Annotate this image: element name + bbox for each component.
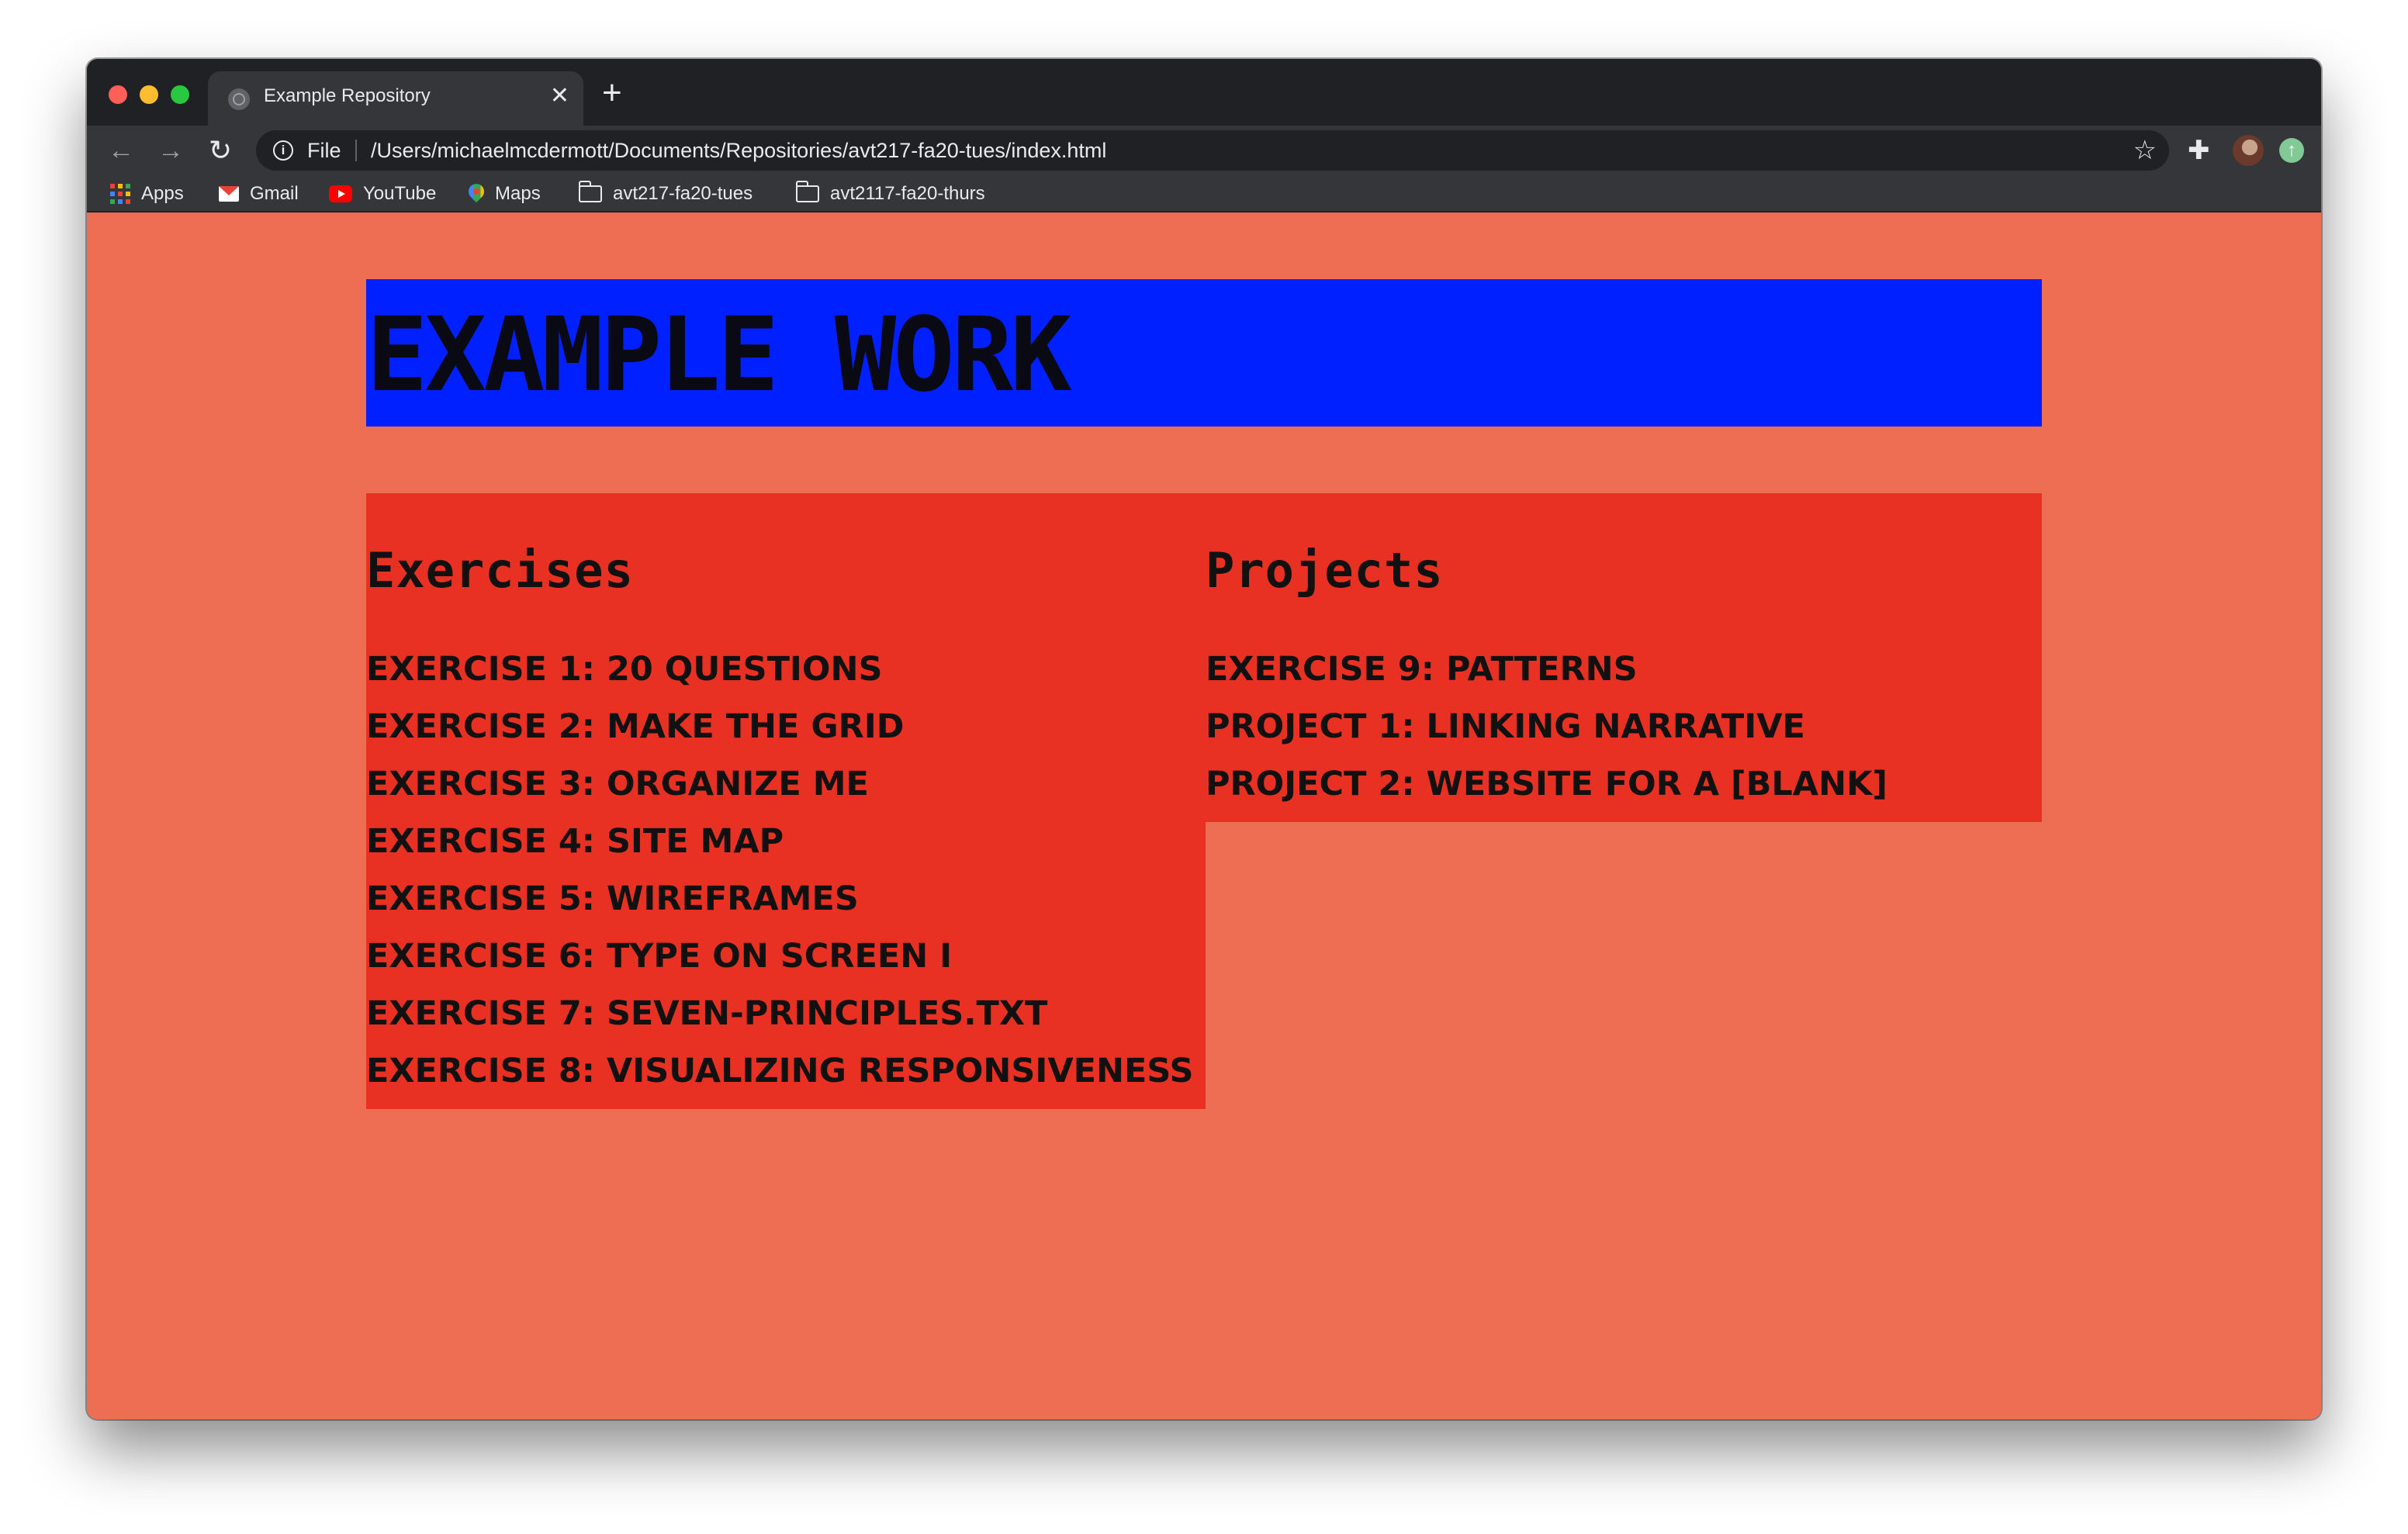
- tab-close-icon[interactable]: ✕: [550, 82, 569, 110]
- bookmark-gmail[interactable]: Gmail: [219, 181, 299, 206]
- profile-avatar[interactable]: [2233, 135, 2264, 166]
- tab-example-repository[interactable]: Example Repository ✕: [208, 71, 583, 126]
- new-tab-button[interactable]: +: [602, 74, 622, 112]
- zoom-window-button[interactable]: [171, 85, 189, 104]
- bookmark-avt2117-fa20-thurs[interactable]: avt2117-fa20-thurs: [795, 181, 985, 206]
- address-bar[interactable]: i File /Users/michaelmcdermott/Documents…: [256, 130, 2169, 171]
- bookmark-label: avt217-fa20-tues: [613, 183, 753, 204]
- page-header: EXAMPLE WORK: [366, 279, 2042, 427]
- exercise-link[interactable]: EXERCISE 8: VISUALIZING RESPONSIVENESS: [366, 1042, 1193, 1100]
- update-arrow-icon[interactable]: ↑: [2279, 138, 2304, 163]
- exercises-section: Exercises EXERCISE 1: 20 QUESTIONS EXERC…: [366, 493, 1206, 1109]
- exercise-link[interactable]: EXERCISE 2: MAKE THE GRID: [366, 698, 1193, 755]
- project-link[interactable]: PROJECT 1: LINKING NARRATIVE: [1206, 698, 1887, 755]
- folder-icon: [795, 181, 819, 202]
- exercise-link[interactable]: EXERCISE 4: SITE MAP: [366, 813, 1193, 870]
- bookmark-youtube[interactable]: YouTube: [329, 181, 436, 206]
- address-separator: [355, 140, 357, 161]
- project-link[interactable]: EXERCISE 9: PATTERNS: [1206, 641, 1887, 698]
- bookmark-avt217-fa20-tues[interactable]: avt217-fa20-tues: [578, 181, 753, 206]
- scheme-label: File: [307, 139, 341, 162]
- projects-section: Projects EXERCISE 9: PATTERNS PROJECT 1:…: [1206, 493, 2042, 822]
- tab-title: Example Repository: [264, 85, 431, 106]
- maps-pin-icon: [469, 184, 484, 204]
- reload-icon[interactable]: ↻: [203, 133, 237, 168]
- youtube-icon: [329, 185, 352, 202]
- bookmark-star-icon[interactable]: ☆: [2133, 135, 2157, 166]
- bookmark-label: YouTube: [363, 183, 437, 204]
- bookmark-apps[interactable]: Apps: [110, 181, 184, 206]
- url-text[interactable]: /Users/michaelmcdermott/Documents/Reposi…: [371, 139, 1106, 163]
- back-arrow-icon[interactable]: ←: [104, 133, 138, 168]
- exercise-link[interactable]: EXERCISE 7: SEVEN-PRINCIPLES.TXT: [366, 985, 1193, 1042]
- browser-window: Example Repository ✕ + ← → ↻ i File /Use…: [87, 59, 2321, 1419]
- exercise-link[interactable]: EXERCISE 1: 20 QUESTIONS: [366, 641, 1193, 698]
- close-window-button[interactable]: [109, 85, 127, 104]
- gmail-icon: [219, 186, 239, 202]
- folder-icon: [578, 181, 602, 202]
- apps-grid-icon: [110, 184, 130, 204]
- bookmark-maps[interactable]: Maps: [469, 181, 541, 206]
- exercise-link[interactable]: EXERCISE 6: TYPE ON SCREEN I: [366, 928, 1193, 985]
- projects-heading: Projects: [1206, 542, 1444, 599]
- project-link[interactable]: PROJECT 2: WEBSITE FOR A [BLANK]: [1206, 755, 1887, 813]
- extensions-puzzle-icon[interactable]: ✚: [2188, 135, 2210, 166]
- exercises-heading: Exercises: [366, 542, 634, 599]
- exercises-list: EXERCISE 1: 20 QUESTIONS EXERCISE 2: MAK…: [366, 641, 1193, 1100]
- page-viewport: EXAMPLE WORK Exercises EXERCISE 1: 20 QU…: [87, 212, 2321, 1419]
- info-icon[interactable]: i: [273, 140, 293, 161]
- bookmark-label: Apps: [141, 183, 184, 204]
- projects-list: EXERCISE 9: PATTERNS PROJECT 1: LINKING …: [1206, 641, 1887, 813]
- bookmark-label: Maps: [495, 183, 541, 204]
- tab-strip: Example Repository ✕ +: [87, 59, 2321, 126]
- bookmark-label: avt2117-fa20-thurs: [830, 183, 985, 204]
- browser-toolbar: ← → ↻ i File /Users/michaelmcdermott/Doc…: [87, 126, 2321, 175]
- minimize-window-button[interactable]: [140, 85, 158, 104]
- exercise-link[interactable]: EXERCISE 3: ORGANIZE ME: [366, 755, 1193, 813]
- globe-icon: [228, 88, 250, 110]
- page-title: EXAMPLE WORK: [366, 295, 1072, 415]
- exercise-link[interactable]: EXERCISE 5: WIREFRAMES: [366, 870, 1193, 928]
- forward-arrow-icon[interactable]: →: [154, 133, 188, 168]
- bookmarks-bar: Apps Gmail YouTube Maps avt217-fa20-tues…: [87, 175, 2321, 212]
- bookmark-label: Gmail: [250, 183, 299, 204]
